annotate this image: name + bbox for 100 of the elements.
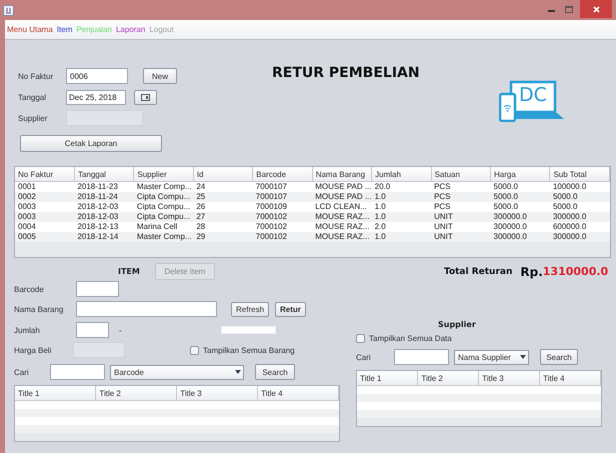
table-cell: PCS — [431, 192, 490, 202]
search-field[interactable] — [50, 364, 105, 380]
field-label: Nama Barang — [14, 304, 64, 314]
checkbox-label: Tampilkan Semua Data — [369, 334, 452, 343]
column-header[interactable]: Barcode — [252, 167, 312, 182]
table-cell: 0004 — [15, 222, 74, 232]
close-button[interactable] — [580, 0, 612, 18]
field-label: Harga Beli — [14, 346, 52, 354]
table-cell: 0003 — [15, 212, 74, 222]
column-header[interactable]: Title 4 — [258, 386, 338, 400]
table-cell: 1.0 — [372, 192, 432, 202]
field-label: No Faktur — [18, 72, 54, 80]
table-cell: 5000.0 — [490, 202, 550, 212]
table-cell: 2.0 — [372, 222, 432, 232]
text-field[interactable] — [221, 326, 276, 334]
date-field[interactable]: Dec 25, 2018 — [66, 90, 126, 105]
column-header[interactable]: Jumlah — [372, 167, 432, 182]
page-title: RETUR PEMBELIAN — [272, 65, 420, 81]
total-value: 1310000.0 — [542, 265, 608, 278]
column-header[interactable]: Title 2 — [418, 371, 479, 386]
column-header[interactable]: Title 4 — [540, 371, 600, 386]
table-cell: 2018-11-24 — [74, 192, 134, 202]
currency-label: Rp. — [520, 264, 543, 278]
menu-item[interactable]: Item — [56, 25, 72, 34]
column-header[interactable]: Sub Total — [550, 167, 610, 182]
column-header[interactable]: Title 3 — [478, 371, 540, 386]
table-cell: 600000.0 — [550, 222, 610, 232]
table-cell: 2018-11-23 — [74, 182, 134, 192]
table-cell: 7000102 — [252, 232, 312, 242]
column-header[interactable]: Harga — [490, 167, 550, 182]
section-heading: ITEM — [118, 267, 140, 276]
table-cell: 2018-12-14 — [74, 232, 134, 242]
new-button[interactable]: New — [143, 68, 177, 84]
unit-label: - — [119, 326, 123, 334]
dropdown[interactable]: Nama Supplier — [454, 350, 518, 364]
field-label: Cari — [356, 352, 372, 362]
table-cell: 1.0 — [372, 232, 432, 242]
calendar-button[interactable] — [134, 90, 157, 105]
maximize-icon — [565, 6, 573, 12]
table-cell: MOUSE RAZ... — [312, 232, 372, 242]
retur-button[interactable]: Retur — [275, 302, 306, 316]
column-header[interactable]: No Faktur — [15, 167, 74, 182]
app-icon — [3, 4, 14, 16]
logo-text: DC — [519, 84, 547, 106]
column-header[interactable]: Title 1 — [15, 386, 96, 400]
table-cell: MOUSE PAD ... — [312, 182, 372, 192]
table-cell: MOUSE RAZ... — [312, 212, 372, 222]
column-header[interactable]: Supplier — [134, 167, 194, 182]
table-cell: 7000102 — [252, 212, 312, 222]
table-cell: MOUSE PAD ... — [312, 192, 372, 202]
menu-item[interactable]: Laporan — [116, 25, 146, 34]
table-cell: 29 — [193, 232, 253, 242]
table-cell: 27 — [193, 212, 253, 222]
column-header[interactable]: Title 3 — [176, 386, 258, 400]
field-label: Tanggal — [18, 93, 48, 102]
column-header[interactable]: Id — [193, 167, 253, 182]
table-cell: 300000.0 — [550, 212, 610, 222]
table-cell: 300000.0 — [550, 232, 610, 242]
section-heading: Supplier — [438, 320, 477, 329]
field-label: Jumlah — [14, 326, 41, 334]
table-cell: 7000109 — [252, 202, 312, 212]
table-cell: 300000.0 — [490, 222, 550, 232]
quantity-field[interactable] — [76, 322, 109, 338]
table-cell: 0001 — [15, 182, 74, 192]
table-cell: 26 — [193, 202, 253, 212]
print-report-button[interactable]: Cetak Laporan — [20, 135, 162, 152]
table-cell: Cipta Compu... — [134, 202, 194, 212]
barcode-field[interactable] — [76, 281, 119, 297]
table-cell: Marina Cell — [134, 222, 194, 232]
menu-item[interactable]: Menu Utama — [7, 25, 53, 34]
search-button[interactable]: Search — [255, 364, 295, 380]
table-cell: 300000.0 — [490, 232, 550, 242]
column-header[interactable]: Satuan — [431, 167, 490, 182]
table-cell: Cipta Compu... — [134, 212, 194, 222]
table-cell: 5000.0 — [550, 202, 610, 212]
table-cell: PCS — [431, 202, 490, 212]
table-cell: 2018-12-03 — [74, 202, 134, 212]
invoice-number-field[interactable]: 0006 — [66, 68, 128, 84]
table-cell: 5000.0 — [550, 192, 610, 202]
column-header[interactable]: Title 2 — [96, 386, 177, 400]
table-cell: Cipta Compu... — [134, 192, 194, 202]
table-cell: 0002 — [15, 192, 74, 202]
table-cell: 0005 — [15, 232, 74, 242]
search-button[interactable]: Search — [540, 349, 578, 365]
checkbox[interactable] — [356, 334, 365, 343]
table-cell: 1.0 — [372, 212, 432, 222]
table-cell: PCS — [431, 182, 490, 192]
table-cell: 0003 — [15, 202, 74, 212]
table-cell: 300000.0 — [490, 212, 550, 222]
field-label: Supplier — [18, 114, 48, 122]
table-cell: LCD CLEAN... — [312, 202, 372, 212]
dropdown[interactable]: Barcode — [110, 364, 233, 380]
column-header[interactable]: Title 1 — [357, 371, 418, 386]
column-header[interactable]: Nama Barang — [312, 167, 372, 182]
field-label: Barcode — [14, 284, 45, 294]
item-name-field[interactable] — [76, 301, 217, 317]
checkbox[interactable] — [190, 346, 199, 354]
refresh-button[interactable]: Refresh — [231, 302, 270, 316]
search-field[interactable] — [394, 349, 449, 365]
column-header[interactable]: Tanggal — [74, 167, 134, 182]
